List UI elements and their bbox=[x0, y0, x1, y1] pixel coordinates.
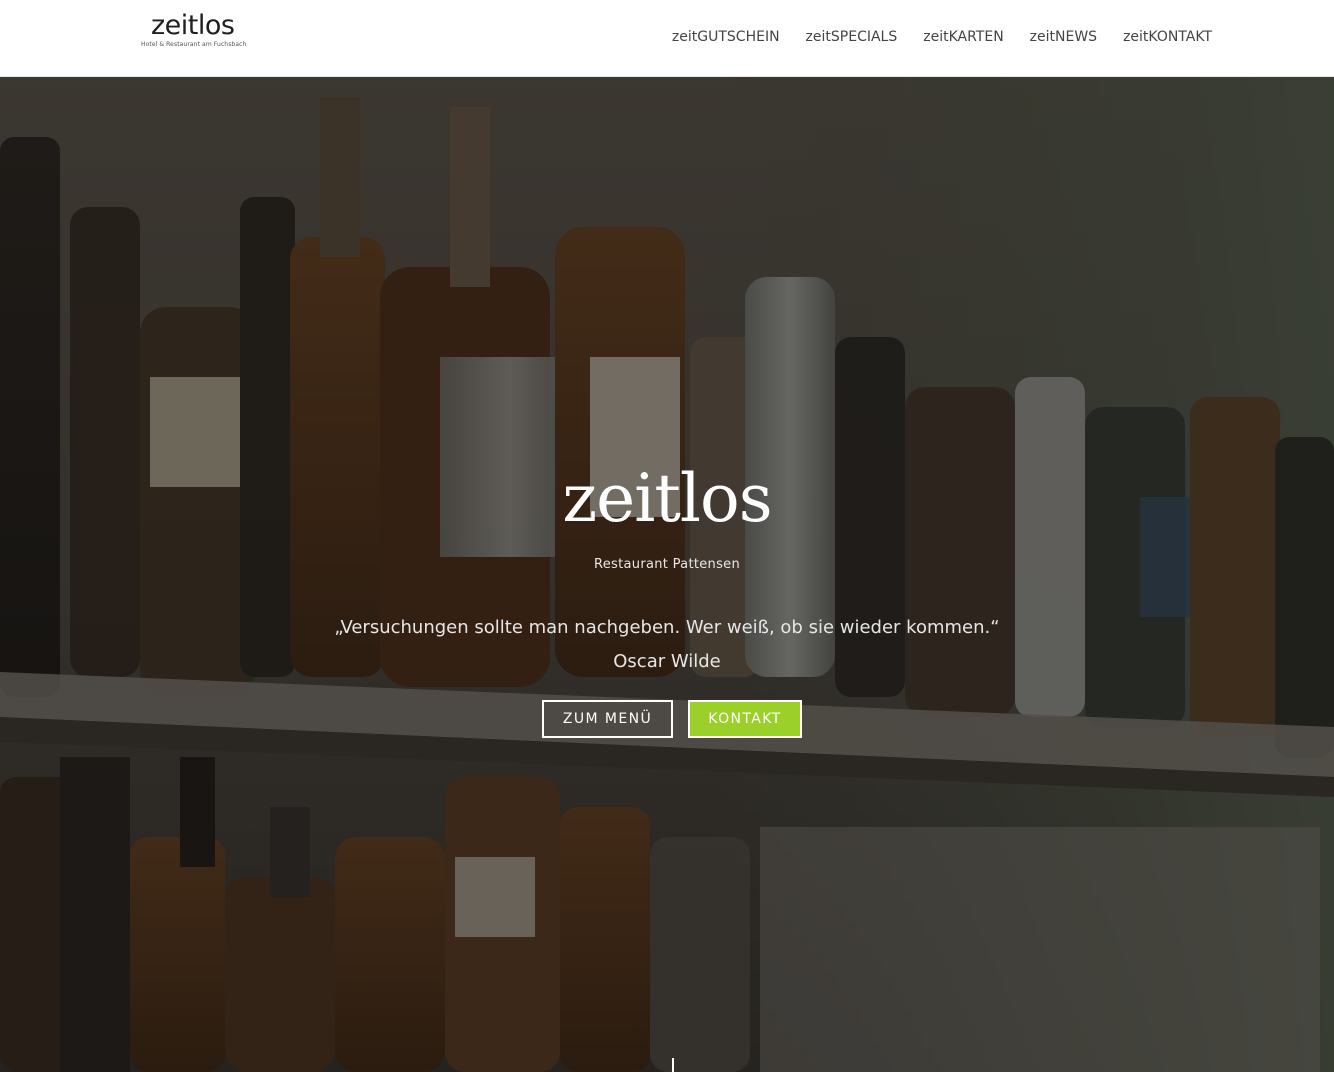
hero-section: zeitlos Restaurant Pattensen „Versuchung… bbox=[0, 77, 1334, 1072]
nav-item-specials[interactable]: zeitSPECIALS bbox=[806, 28, 898, 46]
hero-subtitle: Restaurant Pattensen bbox=[594, 557, 740, 572]
nav-item-news[interactable]: zeitNEWS bbox=[1030, 28, 1097, 46]
nav-item-karten[interactable]: zeitKARTEN bbox=[923, 28, 1003, 46]
contact-button[interactable]: KONTAKT bbox=[688, 700, 802, 738]
site-logo[interactable]: zeitlos Hotel & Restaurant am Fuchsbach bbox=[141, 10, 247, 52]
main-nav: zeitGUTSCHEIN zeitSPECIALS zeitKARTEN ze… bbox=[672, 28, 1212, 46]
scroll-indicator[interactable] bbox=[672, 1058, 674, 1072]
hero-overlay bbox=[0, 77, 1334, 1072]
hero-title: zeitlos bbox=[562, 460, 772, 537]
menu-button[interactable]: ZUM MENÜ bbox=[542, 700, 673, 738]
nav-item-kontakt[interactable]: zeitKONTAKT bbox=[1123, 28, 1212, 46]
site-header: zeitlos Hotel & Restaurant am Fuchsbach … bbox=[0, 0, 1334, 77]
hero-quote-author: Oscar Wilde bbox=[613, 651, 721, 672]
nav-item-gutschein[interactable]: zeitGUTSCHEIN bbox=[672, 28, 780, 46]
logo-wordmark: zeitlos bbox=[151, 10, 235, 41]
hero-quote: „Versuchungen sollte man nachgeben. Wer … bbox=[334, 617, 1000, 638]
logo-tagline: Hotel & Restaurant am Fuchsbach bbox=[141, 41, 247, 48]
